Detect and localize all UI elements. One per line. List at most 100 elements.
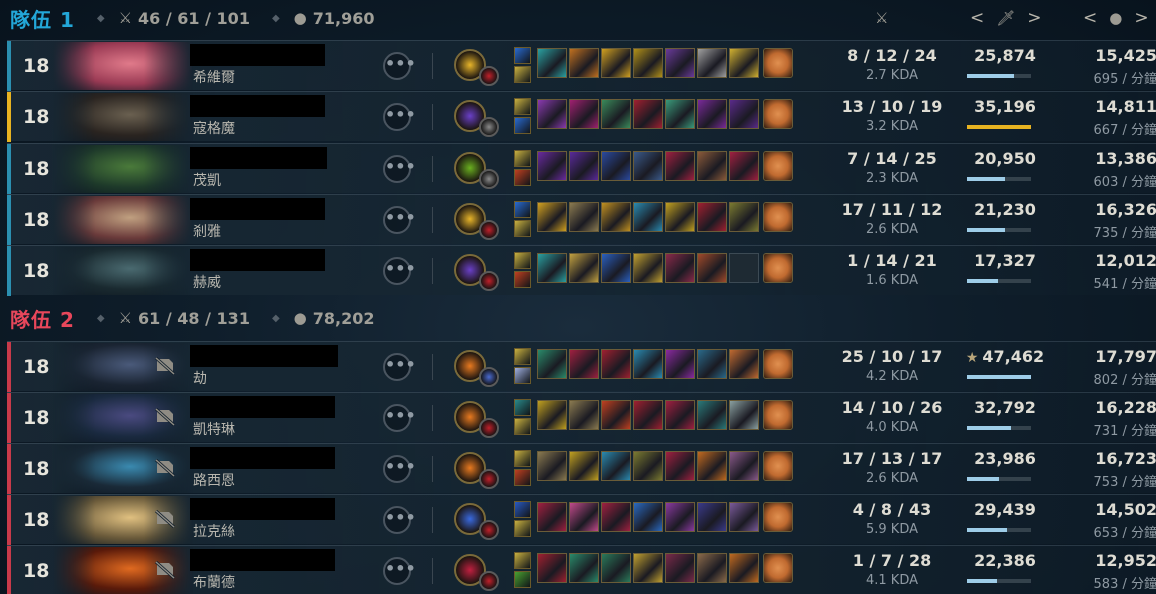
- item-icon[interactable]: [633, 451, 663, 481]
- gold-next-button[interactable]: >: [1134, 8, 1148, 28]
- item-icon[interactable]: [665, 99, 695, 129]
- item-icon[interactable]: [601, 151, 631, 181]
- item-icon[interactable]: [633, 202, 663, 232]
- trinket-icon[interactable]: [763, 349, 793, 379]
- item-icon[interactable]: [537, 349, 567, 379]
- more-options-button[interactable]: •••: [383, 206, 416, 234]
- summoner-spell-icon[interactable]: [514, 47, 531, 64]
- item-icon[interactable]: [697, 451, 727, 481]
- item-icon[interactable]: [569, 502, 599, 532]
- item-icon[interactable]: [665, 553, 695, 583]
- trinket-icon[interactable]: [763, 99, 793, 129]
- item-icon[interactable]: [665, 253, 695, 283]
- item-icon[interactable]: [537, 400, 567, 430]
- mute-icon[interactable]: [155, 560, 177, 580]
- player-row[interactable]: 18 剎雅 ••• 17 / 11 / 12 2.6 KDA 21,230 16,326 73…: [7, 194, 1156, 245]
- item-icon[interactable]: [633, 400, 663, 430]
- item-icon[interactable]: [537, 502, 567, 532]
- summoner-spell-icon[interactable]: [514, 501, 531, 518]
- mute-icon[interactable]: [155, 407, 177, 427]
- item-icon[interactable]: [633, 253, 663, 283]
- item-icon[interactable]: [569, 553, 599, 583]
- player-row[interactable]: 18 劫 ••• 25 / 10 / 17 4.2 KDA ★ 47,462 17,797 80…: [7, 341, 1156, 392]
- item-icon[interactable]: [537, 151, 567, 181]
- summoner-spell-icon[interactable]: [514, 169, 531, 186]
- more-options-button[interactable]: •••: [383, 353, 416, 381]
- item-icon[interactable]: [633, 99, 663, 129]
- more-options-button[interactable]: •••: [383, 155, 416, 183]
- item-icon[interactable]: [569, 202, 599, 232]
- summoner-spell-icon[interactable]: [514, 66, 531, 83]
- item-icon[interactable]: [665, 451, 695, 481]
- item-icon[interactable]: [569, 400, 599, 430]
- item-icon[interactable]: [729, 48, 759, 78]
- item-icon[interactable]: [601, 48, 631, 78]
- item-icon[interactable]: [697, 99, 727, 129]
- item-icon[interactable]: [729, 99, 759, 129]
- trinket-icon[interactable]: [763, 202, 793, 232]
- more-options-button[interactable]: •••: [383, 103, 416, 131]
- player-row[interactable]: 18 布蘭德 ••• 1 / 7 / 28 4.1 KDA 22,386 12,952 583…: [7, 545, 1156, 594]
- secondary-rune-icon[interactable]: [479, 418, 499, 438]
- summoner-spell-icon[interactable]: [514, 348, 531, 365]
- item-icon[interactable]: [633, 151, 663, 181]
- item-icon[interactable]: [729, 349, 759, 379]
- more-options-button[interactable]: •••: [383, 257, 416, 285]
- item-icon[interactable]: [633, 502, 663, 532]
- item-icon[interactable]: [697, 400, 727, 430]
- item-icon[interactable]: [665, 400, 695, 430]
- player-row[interactable]: 18 拉克絲 ••• 4 / 8 / 43 5.9 KDA 29,439 14,502 653…: [7, 494, 1156, 545]
- item-icon[interactable]: [601, 99, 631, 129]
- item-icon[interactable]: [665, 151, 695, 181]
- trinket-icon[interactable]: [763, 253, 793, 283]
- item-icon[interactable]: [665, 349, 695, 379]
- mute-icon[interactable]: [155, 458, 177, 478]
- trinket-icon[interactable]: [763, 553, 793, 583]
- trinket-icon[interactable]: [763, 400, 793, 430]
- summoner-spell-icon[interactable]: [514, 450, 531, 467]
- trinket-icon[interactable]: [763, 502, 793, 532]
- secondary-rune-icon[interactable]: [479, 66, 499, 86]
- more-options-button[interactable]: •••: [383, 455, 416, 483]
- item-icon[interactable]: [729, 151, 759, 181]
- item-icon[interactable]: [729, 202, 759, 232]
- more-options-button[interactable]: •••: [383, 506, 416, 534]
- secondary-rune-icon[interactable]: [479, 367, 499, 387]
- player-row[interactable]: 18 茂凱 ••• 7 / 14 / 25 2.3 KDA 20,950 13,386 603…: [7, 143, 1156, 194]
- mute-icon[interactable]: [155, 509, 177, 529]
- player-row[interactable]: 18 赫威 ••• 1 / 14 / 21 1.6 KDA 17,327 12,012 541…: [7, 245, 1156, 296]
- summoner-spell-icon[interactable]: [514, 220, 531, 237]
- item-icon[interactable]: [569, 451, 599, 481]
- item-icon[interactable]: [601, 400, 631, 430]
- item-icon[interactable]: [665, 202, 695, 232]
- player-row[interactable]: 18 希維爾 ••• 8 / 12 / 24 2.7 KDA 25,874 15,425 69…: [7, 40, 1156, 91]
- item-icon[interactable]: [665, 502, 695, 532]
- item-icon[interactable]: [697, 553, 727, 583]
- summoner-spell-icon[interactable]: [514, 552, 531, 569]
- item-icon[interactable]: [569, 48, 599, 78]
- player-row[interactable]: 18 路西恩 ••• 17 / 13 / 17 2.6 KDA 23,986 16,723 7…: [7, 443, 1156, 494]
- item-icon[interactable]: [729, 400, 759, 430]
- item-icon[interactable]: [537, 48, 567, 78]
- item-icon[interactable]: [633, 553, 663, 583]
- summoner-spell-icon[interactable]: [514, 520, 531, 537]
- summoner-spell-icon[interactable]: [514, 418, 531, 435]
- item-icon[interactable]: [537, 553, 567, 583]
- trinket-icon[interactable]: [763, 48, 793, 78]
- summoner-spell-icon[interactable]: [514, 252, 531, 269]
- item-icon[interactable]: [601, 502, 631, 532]
- secondary-rune-icon[interactable]: [479, 169, 499, 189]
- summoner-spell-icon[interactable]: [514, 150, 531, 167]
- player-row[interactable]: 18 凱特琳 ••• 14 / 10 / 26 4.0 KDA 32,792 16,228 7…: [7, 392, 1156, 443]
- summoner-spell-icon[interactable]: [514, 98, 531, 115]
- item-icon[interactable]: [569, 151, 599, 181]
- item-icon[interactable]: [569, 349, 599, 379]
- trinket-icon[interactable]: [763, 151, 793, 181]
- item-icon[interactable]: [601, 451, 631, 481]
- secondary-rune-icon[interactable]: [479, 271, 499, 291]
- item-icon[interactable]: [569, 99, 599, 129]
- item-icon[interactable]: [601, 202, 631, 232]
- more-options-button[interactable]: •••: [383, 557, 416, 585]
- item-icon[interactable]: [601, 253, 631, 283]
- summoner-spell-icon[interactable]: [514, 571, 531, 588]
